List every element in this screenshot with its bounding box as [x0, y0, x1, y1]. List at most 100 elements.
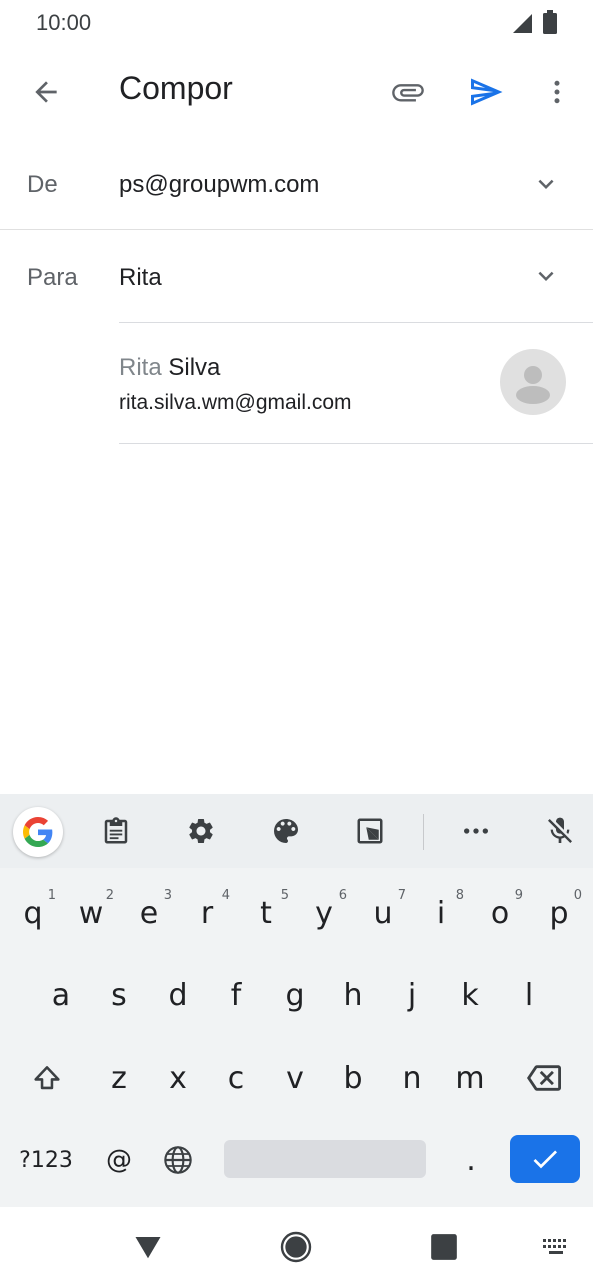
- more-options-button[interactable]: [533, 68, 581, 116]
- key-hint: 8: [455, 888, 464, 903]
- send-icon: [471, 78, 503, 106]
- contact-suggestion[interactable]: Rita Silva rita.silva.wm@gmail.com: [119, 323, 593, 443]
- suggestion-name-rest: Silva: [161, 354, 221, 381]
- gear-icon: [189, 819, 213, 843]
- keyboard-toolbar: [0, 794, 593, 868]
- key-x[interactable]: x: [149, 1043, 207, 1113]
- attach-button[interactable]: [384, 68, 432, 116]
- more-tools-button[interactable]: [452, 807, 500, 855]
- nav-recents-button[interactable]: [422, 1225, 466, 1269]
- key-z[interactable]: z: [90, 1043, 148, 1113]
- backspace-key[interactable]: [515, 1043, 573, 1113]
- status-bar: 10:00: [0, 0, 593, 46]
- period-key[interactable]: .: [442, 1125, 500, 1195]
- navigation-bar: [0, 1207, 593, 1286]
- from-field[interactable]: De ps@groupwm.com: [0, 138, 593, 230]
- enter-key[interactable]: [510, 1135, 580, 1183]
- nav-home-button[interactable]: [274, 1225, 318, 1269]
- keyboard-switch-button[interactable]: [534, 1225, 578, 1269]
- key-d[interactable]: d: [149, 960, 207, 1030]
- key-label: f: [230, 977, 242, 1013]
- toolbar-separator: [423, 814, 424, 850]
- key-label: j: [407, 977, 417, 1013]
- key-u[interactable]: u7: [354, 878, 412, 948]
- resize-icon: [357, 818, 383, 844]
- key-g[interactable]: g: [266, 960, 324, 1030]
- space-key[interactable]: [224, 1140, 426, 1178]
- key-label: i: [436, 895, 446, 931]
- mic-off-icon: [548, 817, 572, 843]
- key-m[interactable]: m: [441, 1043, 499, 1113]
- key-hint: 4: [221, 888, 230, 903]
- key-h[interactable]: h: [324, 960, 382, 1030]
- key-v[interactable]: v: [266, 1043, 324, 1113]
- chevron-down-icon: [538, 179, 554, 189]
- theme-button[interactable]: [262, 807, 310, 855]
- from-dropdown-button[interactable]: [524, 162, 568, 206]
- language-key[interactable]: [149, 1125, 207, 1195]
- key-q[interactable]: q1: [4, 878, 62, 948]
- back-arrow-icon: [35, 81, 57, 103]
- key-label: t: [260, 895, 272, 931]
- suggestion-divider: [119, 443, 593, 444]
- key-label: d: [168, 977, 188, 1013]
- key-b[interactable]: b: [324, 1043, 382, 1113]
- key-j[interactable]: j: [383, 960, 441, 1030]
- chevron-down-icon: [538, 271, 554, 281]
- to-input[interactable]: Rita: [119, 264, 162, 292]
- status-time: 10:00: [36, 10, 92, 35]
- key-c[interactable]: c: [207, 1043, 265, 1113]
- key-label: v: [286, 1060, 304, 1096]
- avatar: [500, 349, 566, 415]
- check-icon: [533, 1150, 557, 1169]
- key-e[interactable]: e3: [120, 878, 178, 948]
- backspace-icon: [527, 1065, 561, 1091]
- to-field[interactable]: Para Rita: [0, 230, 593, 322]
- key-label: o: [490, 895, 510, 931]
- key-n[interactable]: n: [383, 1043, 441, 1113]
- globe-icon: [164, 1146, 192, 1174]
- key-o[interactable]: o9: [471, 878, 529, 948]
- key-k[interactable]: k: [441, 960, 499, 1030]
- shift-key[interactable]: [18, 1043, 76, 1113]
- google-button[interactable]: [13, 807, 63, 857]
- settings-button[interactable]: [177, 807, 225, 855]
- keyboard-icon: [543, 1239, 566, 1254]
- from-label: De: [27, 171, 58, 198]
- at-key[interactable]: @: [90, 1125, 148, 1195]
- app-bar: Compor: [0, 46, 593, 138]
- nav-back-button[interactable]: [126, 1225, 170, 1269]
- clipboard-button[interactable]: [92, 807, 140, 855]
- clipboard-icon: [104, 817, 128, 844]
- shift-icon: [34, 1066, 60, 1090]
- key-w[interactable]: w2: [62, 878, 120, 948]
- page-title: Compor: [119, 70, 233, 106]
- key-label: g: [285, 977, 305, 1013]
- key-r[interactable]: r4: [178, 878, 236, 948]
- key-p[interactable]: p0: [530, 878, 588, 948]
- key-label: ?123: [19, 1147, 73, 1173]
- key-hint: 6: [338, 888, 347, 903]
- key-a[interactable]: a: [32, 960, 90, 1030]
- key-label: z: [111, 1060, 127, 1096]
- suggestion-email: rita.silva.wm@gmail.com: [119, 391, 352, 414]
- to-dropdown-button[interactable]: [524, 254, 568, 298]
- signal-icon: [513, 14, 532, 33]
- nav-home-circle-icon: [280, 1231, 312, 1263]
- from-value[interactable]: ps@groupwm.com: [119, 171, 319, 199]
- key-hint: 3: [163, 888, 172, 903]
- key-hint: 5: [280, 888, 289, 903]
- symbols-key[interactable]: ?123: [13, 1125, 79, 1195]
- resize-button[interactable]: [346, 807, 394, 855]
- key-l[interactable]: l: [500, 960, 558, 1030]
- key-f[interactable]: f: [207, 960, 265, 1030]
- send-button[interactable]: [462, 68, 510, 116]
- voice-input-button[interactable]: [536, 807, 584, 855]
- key-t[interactable]: t5: [237, 878, 295, 948]
- back-button[interactable]: [22, 68, 70, 116]
- key-y[interactable]: y6: [295, 878, 353, 948]
- suggestion-name-match: Rita: [119, 354, 162, 381]
- key-s[interactable]: s: [90, 960, 148, 1030]
- key-i[interactable]: i8: [412, 878, 470, 948]
- key-label: .: [466, 1142, 476, 1178]
